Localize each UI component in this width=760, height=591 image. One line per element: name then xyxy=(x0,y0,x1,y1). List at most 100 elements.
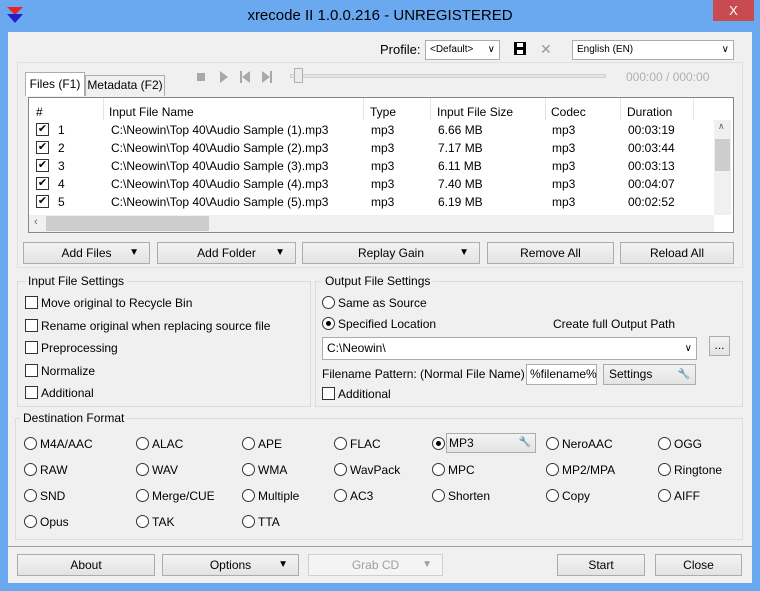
format-label[interactable]: Ringtone xyxy=(674,463,722,477)
format-radio[interactable] xyxy=(546,463,559,476)
format-radio[interactable] xyxy=(658,437,671,450)
about-button[interactable]: About xyxy=(17,554,155,576)
format-label[interactable]: MPC xyxy=(448,463,475,477)
format-radio[interactable] xyxy=(334,463,347,476)
format-label[interactable]: APE xyxy=(258,437,282,451)
next-icon[interactable] xyxy=(262,71,272,83)
profile-select[interactable]: <Default> ∨ xyxy=(425,40,500,60)
scroll-up-icon[interactable]: ∧ xyxy=(718,121,725,132)
format-radio[interactable] xyxy=(546,489,559,502)
options-button[interactable]: Options ▼ xyxy=(162,554,299,576)
playback-slider[interactable] xyxy=(290,74,606,78)
input-option-checkbox[interactable] xyxy=(25,341,38,354)
format-label[interactable]: TTA xyxy=(258,515,280,529)
replay-gain-button[interactable]: Replay Gain ▼ xyxy=(302,242,480,264)
language-select[interactable]: English (EN) ∨ xyxy=(572,40,734,60)
output-path-combobox[interactable]: C:\Neowin\ ∨ xyxy=(322,337,697,360)
format-label[interactable]: Opus xyxy=(40,515,69,529)
specified-location-radio[interactable] xyxy=(322,317,335,330)
row-checkbox[interactable]: ✔ xyxy=(36,159,49,172)
input-option-checkbox[interactable] xyxy=(25,296,38,309)
format-label[interactable]: Multiple xyxy=(258,489,299,503)
row-checkbox[interactable]: ✔ xyxy=(36,177,49,190)
input-option-checkbox[interactable] xyxy=(25,386,38,399)
reload-all-button[interactable]: Reload All xyxy=(620,242,734,264)
vertical-scrollbar[interactable]: ∧ xyxy=(714,120,731,215)
create-full-output-path-label[interactable]: Create full Output Path xyxy=(553,317,675,331)
scroll-left-icon[interactable]: ‹ xyxy=(34,216,38,228)
format-radio[interactable] xyxy=(24,437,37,450)
format-radio[interactable] xyxy=(136,489,149,502)
format-label[interactable]: WAV xyxy=(152,463,178,477)
window-close-button[interactable]: X xyxy=(713,0,754,21)
input-option-label[interactable]: Additional xyxy=(41,386,94,400)
browse-button[interactable]: ... xyxy=(709,336,730,356)
format-radio[interactable] xyxy=(334,437,347,450)
output-additional-label[interactable]: Additional xyxy=(338,387,391,401)
format-radio[interactable] xyxy=(242,463,255,476)
close-button[interactable]: Close xyxy=(655,554,742,576)
format-radio[interactable] xyxy=(242,515,255,528)
tab-files[interactable]: Files (F1) xyxy=(25,72,85,96)
column-header-number[interactable]: # xyxy=(36,105,43,119)
format-label[interactable]: Copy xyxy=(562,489,590,503)
row-checkbox[interactable]: ✔ xyxy=(36,141,49,154)
format-radio[interactable] xyxy=(546,437,559,450)
play-icon[interactable] xyxy=(219,71,229,83)
format-label[interactable]: ALAC xyxy=(152,437,183,451)
format-label[interactable]: AC3 xyxy=(350,489,373,503)
format-radio[interactable] xyxy=(432,489,445,502)
delete-profile-icon[interactable]: ✕ xyxy=(540,41,552,58)
format-radio[interactable] xyxy=(24,515,37,528)
format-label[interactable]: OGG xyxy=(674,437,702,451)
format-radio[interactable] xyxy=(136,437,149,450)
format-label[interactable]: RAW xyxy=(40,463,68,477)
column-header-name[interactable]: Input File Name xyxy=(109,105,194,119)
horizontal-scrollbar-thumb[interactable] xyxy=(46,216,209,231)
format-label[interactable]: AIFF xyxy=(674,489,700,503)
add-files-button[interactable]: Add Files ▼ xyxy=(23,242,150,264)
format-radio[interactable] xyxy=(432,437,445,450)
format-radio[interactable] xyxy=(136,515,149,528)
tab-metadata[interactable]: Metadata (F2) xyxy=(85,75,165,96)
format-radio[interactable] xyxy=(242,489,255,502)
filename-pattern-input[interactable]: %filename% xyxy=(526,364,597,385)
format-radio[interactable] xyxy=(136,463,149,476)
format-radio[interactable] xyxy=(242,437,255,450)
input-option-checkbox[interactable] xyxy=(25,363,38,377)
start-button[interactable]: Start xyxy=(557,554,645,576)
format-radio[interactable] xyxy=(658,463,671,476)
output-additional-checkbox[interactable] xyxy=(322,387,335,400)
format-label[interactable]: Shorten xyxy=(448,489,490,503)
format-label[interactable]: TAK xyxy=(152,515,174,529)
format-radio[interactable] xyxy=(658,489,671,502)
horizontal-scrollbar[interactable]: ‹ xyxy=(29,215,714,232)
format-label[interactable]: FLAC xyxy=(350,437,381,451)
column-header-size[interactable]: Input File Size xyxy=(437,105,513,119)
format-label[interactable]: NeroAAC xyxy=(562,437,613,451)
column-header-type[interactable]: Type xyxy=(370,105,396,119)
format-label[interactable]: SND xyxy=(40,489,65,503)
same-as-source-radio[interactable] xyxy=(322,296,335,309)
row-checkbox[interactable]: ✔ xyxy=(36,195,49,208)
stop-icon[interactable] xyxy=(197,73,205,81)
input-option-label[interactable]: Move original to Recycle Bin xyxy=(41,296,192,310)
input-option-label[interactable]: Normalize xyxy=(41,364,95,378)
format-label[interactable]: MP2/MPA xyxy=(562,463,615,477)
input-option-checkbox[interactable] xyxy=(25,318,38,332)
column-header-codec[interactable]: Codec xyxy=(551,105,586,119)
same-as-source-label[interactable]: Same as Source xyxy=(338,296,427,310)
row-checkbox[interactable]: ✔ xyxy=(36,123,49,136)
add-folder-button[interactable]: Add Folder ▼ xyxy=(157,242,296,264)
format-radio[interactable] xyxy=(24,463,37,476)
format-radio[interactable] xyxy=(24,489,37,502)
input-option-label[interactable]: Preprocessing xyxy=(41,341,118,355)
save-profile-icon[interactable] xyxy=(514,42,526,55)
format-label[interactable]: WMA xyxy=(258,463,287,477)
format-label[interactable]: M4A/AAC xyxy=(40,437,93,451)
format-radio[interactable] xyxy=(432,463,445,476)
input-option-label[interactable]: Rename original when replacing source fi… xyxy=(41,319,270,333)
format-radio[interactable] xyxy=(334,489,347,502)
file-list[interactable]: # Input File Name Type Input File Size C… xyxy=(28,97,734,233)
remove-all-button[interactable]: Remove All xyxy=(487,242,614,264)
